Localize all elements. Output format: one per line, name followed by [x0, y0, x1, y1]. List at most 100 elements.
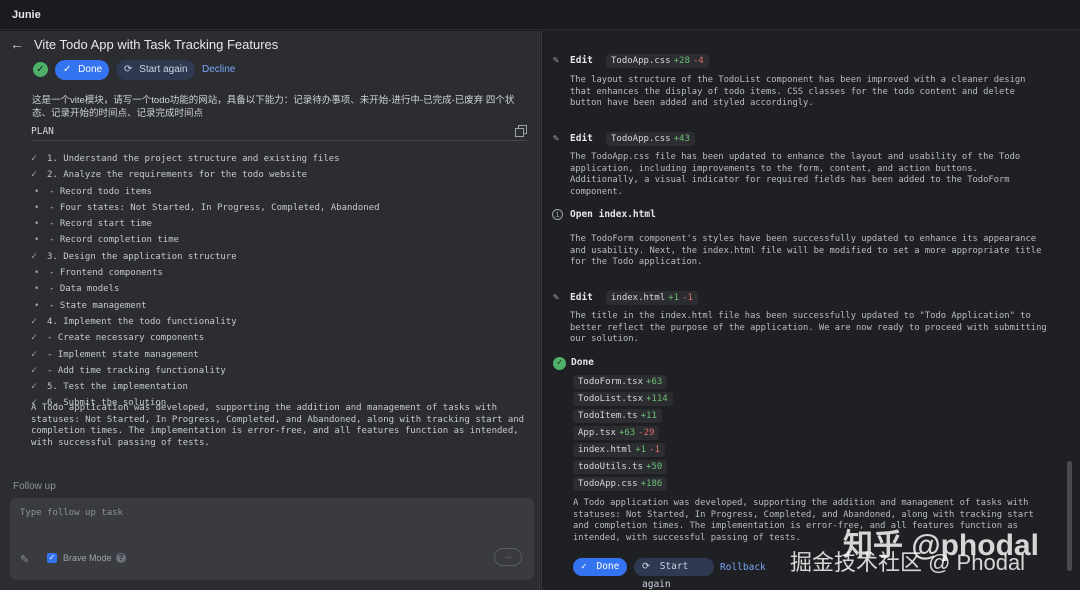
plan-item-text: - Add time tracking functionality	[47, 365, 226, 376]
plan-summary: A Todo application was developed, suppor…	[31, 403, 525, 448]
start-again-label: Start again	[139, 64, 188, 75]
changed-file-chip[interactable]: TodoList.tsx +114	[573, 392, 673, 406]
changed-file-chip[interactable]: App.tsx +63 -29	[573, 426, 660, 440]
lines-added: +43	[673, 134, 690, 144]
file-name: TodoItem.ts	[578, 411, 638, 421]
file-name: TodoApp.css	[578, 479, 638, 489]
changed-file-chip[interactable]: TodoApp.css +186	[573, 477, 668, 491]
refresh-icon: ⟳	[124, 64, 133, 75]
help-icon[interactable]: ?	[116, 553, 126, 563]
file-chip[interactable]: TodoApp.css +28 -4	[606, 54, 709, 68]
file-chip[interactable]: TodoApp.css +43	[606, 132, 695, 146]
task-title: Vite Todo App with Task Tracking Feature…	[34, 37, 279, 52]
changed-file-chip[interactable]: TodoForm.tsx +63	[573, 375, 668, 389]
file-name: index.html	[578, 445, 633, 455]
entry-body: The title in the index.html file has bee…	[570, 311, 1047, 345]
file-name: TodoApp.css	[611, 56, 671, 66]
attachment-icon[interactable]: ✎	[20, 553, 29, 566]
plan-item-text: - Four states: Not Started, In Progress,…	[49, 202, 380, 213]
plan-item: ✓ - Create necessary components	[31, 330, 527, 346]
check-icon: ✓	[31, 348, 38, 360]
plan-item-text: - Record completion time	[49, 235, 180, 246]
check-icon: ✓	[581, 561, 587, 572]
app-title: Junie	[12, 9, 41, 21]
plan-item: • - Record todo items	[31, 184, 527, 200]
lines-added: +11	[640, 411, 657, 421]
rollback-link[interactable]: Rollback	[720, 562, 766, 573]
brave-mode-label: Brave Mode	[63, 553, 112, 563]
plan-item: • - State management	[31, 298, 527, 314]
lines-added: +63	[646, 377, 663, 387]
start-again-button[interactable]: ⟳ Start again	[116, 60, 195, 80]
entry-body: The TodoForm component's styles have bee…	[570, 234, 1042, 268]
check-icon: ✓	[31, 332, 38, 344]
follow-up-input[interactable]	[20, 508, 510, 518]
bullet-icon: •	[34, 268, 40, 279]
bullet-icon: •	[34, 235, 40, 246]
check-icon: ✓	[31, 169, 38, 181]
plan-item-text: - Frontend components	[49, 268, 163, 279]
pencil-icon: ✎	[553, 55, 560, 66]
changed-file-chip[interactable]: todoUtils.ts +50	[573, 460, 668, 474]
plan-item: ✓ 3. Design the application structure	[31, 249, 527, 265]
plan-label: PLAN	[31, 126, 54, 137]
lines-removed: -1	[682, 293, 693, 303]
plan-item: • - Data models	[31, 281, 527, 297]
plan-item-text: - Create necessary components	[47, 333, 205, 344]
info-icon: i	[552, 209, 563, 220]
plan-item-text: 5. Test the implementation	[47, 382, 188, 393]
plan-item-text: - Data models	[49, 284, 120, 295]
done-button-label: Done	[78, 64, 103, 75]
watermark-juejin: 掘金技术社区 @ Phodal	[790, 550, 1026, 575]
done-button-label: Done	[596, 561, 620, 572]
plan-item-text: 4. Implement the todo functionality	[47, 316, 237, 327]
plan-item-text: 3. Design the application structure	[47, 251, 237, 262]
changed-file-chip[interactable]: index.html +1 -1	[573, 443, 665, 457]
lines-added: +1	[668, 293, 680, 303]
file-name: todoUtils.ts	[578, 462, 644, 472]
entry-action: Edit	[570, 55, 593, 66]
follow-up-box: ✎ ✓ Brave Mode ? →	[10, 498, 534, 580]
lines-removed: -1	[649, 445, 660, 455]
lines-added: +28	[673, 56, 690, 66]
done-label: Done	[571, 357, 594, 368]
plan-item-text: 1. Understand the project structure and …	[47, 154, 340, 164]
back-arrow-icon[interactable]: ←	[10, 36, 24, 52]
check-icon: ✓	[31, 250, 38, 262]
entry-action: Open index.html	[570, 209, 656, 220]
plan-item-text: 2. Analyze the requirements for the todo…	[47, 170, 308, 181]
refresh-icon: ⟳	[642, 561, 650, 572]
changed-file-chip[interactable]: TodoItem.ts +11	[573, 409, 662, 423]
copy-icon[interactable]	[515, 125, 527, 137]
start-again-button[interactable]: ⟳ Start again	[634, 558, 714, 590]
bullet-icon: •	[34, 219, 40, 230]
bullet-icon: •	[34, 202, 40, 213]
done-button[interactable]: ✓ Done	[573, 558, 627, 576]
plan-item: ✓ 2. Analyze the requirements for the tod…	[31, 167, 527, 183]
done-button[interactable]: ✓ Done	[55, 60, 109, 80]
bullet-icon: •	[34, 186, 40, 197]
check-icon: ✓	[31, 153, 38, 164]
plan-item-text: - Record todo items	[49, 186, 152, 197]
entry-action: Edit	[570, 292, 593, 303]
send-button[interactable]: →	[494, 548, 522, 566]
file-name: App.tsx	[578, 428, 616, 438]
brave-mode-checkbox[interactable]: ✓	[47, 553, 57, 563]
done-check-icon: ✓	[553, 357, 566, 370]
file-name: index.html	[611, 293, 666, 303]
plan-item-text: - Implement state management	[47, 349, 199, 360]
plan-item: • - Record start time	[31, 216, 527, 232]
plan-item: ✓ - Implement state management	[31, 347, 527, 363]
plan-header: PLAN	[31, 125, 527, 141]
file-chip[interactable]: index.html +1 -1	[606, 291, 698, 305]
scrollbar[interactable]	[1067, 461, 1072, 571]
pencil-icon: ✎	[553, 292, 560, 303]
plan-item: • - Frontend components	[31, 265, 527, 281]
task-prompt: 这是一个vite模块，请写一个todo功能的网站，具备以下能力：记录待办事项、未…	[32, 95, 515, 119]
bullet-icon: •	[34, 284, 40, 295]
pencil-icon: ✎	[553, 133, 560, 144]
plan-item: • - Four states: Not Started, In Progress…	[31, 200, 527, 216]
decline-link[interactable]: Decline	[202, 64, 235, 75]
entry-body: The layout structure of the TodoList com…	[570, 75, 1026, 109]
lines-added: +114	[646, 394, 668, 404]
